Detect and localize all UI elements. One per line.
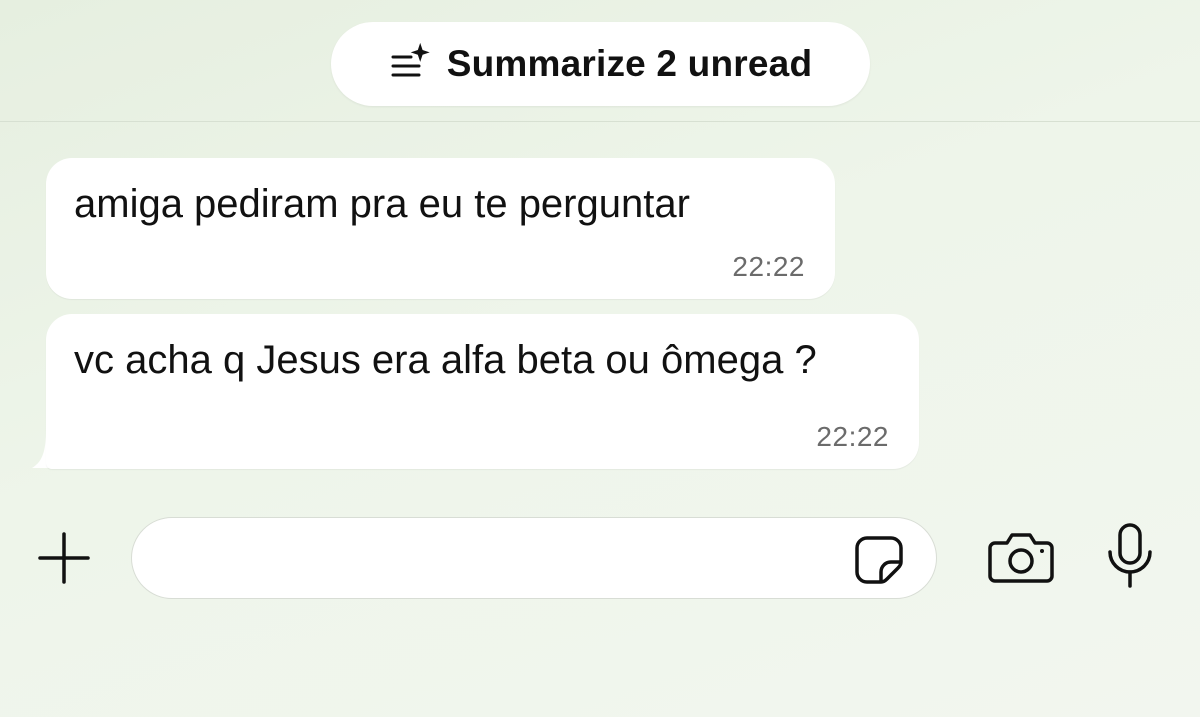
message-text: vc acha q Jesus era alfa beta ou ômega ? bbox=[74, 338, 817, 382]
summarize-sparkle-icon bbox=[389, 41, 435, 87]
message-timestamp: 22:22 bbox=[732, 251, 805, 282]
camera-icon[interactable] bbox=[985, 527, 1057, 587]
plus-icon[interactable] bbox=[30, 524, 98, 592]
summarize-label: Summarize 2 unread bbox=[446, 43, 813, 84]
divider bbox=[0, 121, 1200, 122]
summarize-unread-button[interactable]: Summarize 2 unread bbox=[331, 22, 870, 106]
incoming-message-bubble[interactable]: vc acha q Jesus era alfa beta ou ômega ?… bbox=[46, 314, 919, 469]
message-input[interactable] bbox=[131, 517, 937, 599]
chat-area: Summarize 2 unread amiga pediram pra eu … bbox=[0, 0, 1200, 500]
message-text: amiga pediram pra eu te perguntar bbox=[74, 182, 690, 226]
sticker-icon[interactable] bbox=[851, 532, 907, 588]
microphone-icon[interactable] bbox=[1100, 520, 1160, 592]
message-timestamp: 22:22 bbox=[816, 421, 889, 452]
incoming-message-bubble[interactable]: amiga pediram pra eu te perguntar 22:22 bbox=[46, 158, 835, 299]
